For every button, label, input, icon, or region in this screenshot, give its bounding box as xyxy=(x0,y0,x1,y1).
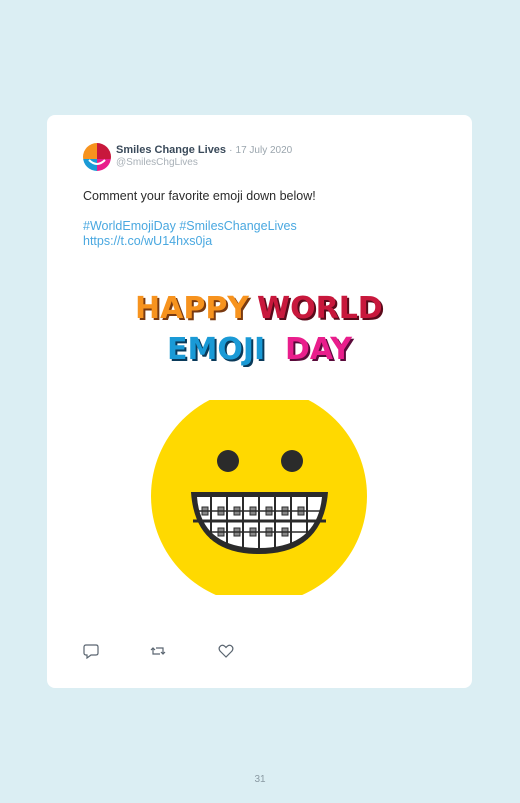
title-happy: HAPPY xyxy=(135,291,250,326)
tweet-header: Smiles Change Lives · 17 July 2020 xyxy=(116,144,292,156)
author-handle[interactable]: @SmilesChgLives xyxy=(116,157,198,168)
avatar[interactable] xyxy=(83,143,111,171)
left-eye xyxy=(217,450,239,472)
happy-world-emoji-day-title: HAPPY HAPPY WORLD WORLD EMOJI EMOJI DAY … xyxy=(135,291,385,367)
page-number: 31 xyxy=(254,774,266,785)
tweet-hashtags[interactable]: #WorldEmojiDay #SmilesChangeLives xyxy=(83,219,297,233)
title-emoji: EMOJI xyxy=(167,332,265,367)
author-name[interactable]: Smiles Change Lives xyxy=(116,144,226,156)
smiles-change-lives-logo xyxy=(83,143,111,171)
tweet-text: Comment your favorite emoji down below! xyxy=(83,189,316,203)
like-icon[interactable] xyxy=(218,643,234,664)
separator: · xyxy=(229,145,233,156)
title-day: DAY xyxy=(285,332,353,367)
tweet-date[interactable]: 17 July 2020 xyxy=(236,145,293,156)
tweet-card: Smiles Change Lives · 17 July 2020 @Smil… xyxy=(47,115,472,688)
right-eye xyxy=(281,450,303,472)
title-world: WORLD xyxy=(257,291,383,326)
reply-icon[interactable] xyxy=(83,643,99,664)
tweet-link[interactable]: https://t.co/wU14hxs0ja xyxy=(83,234,212,248)
smiley-braces-emoji xyxy=(151,400,367,595)
retweet-icon[interactable] xyxy=(150,643,166,664)
tweet-actions xyxy=(83,643,283,663)
